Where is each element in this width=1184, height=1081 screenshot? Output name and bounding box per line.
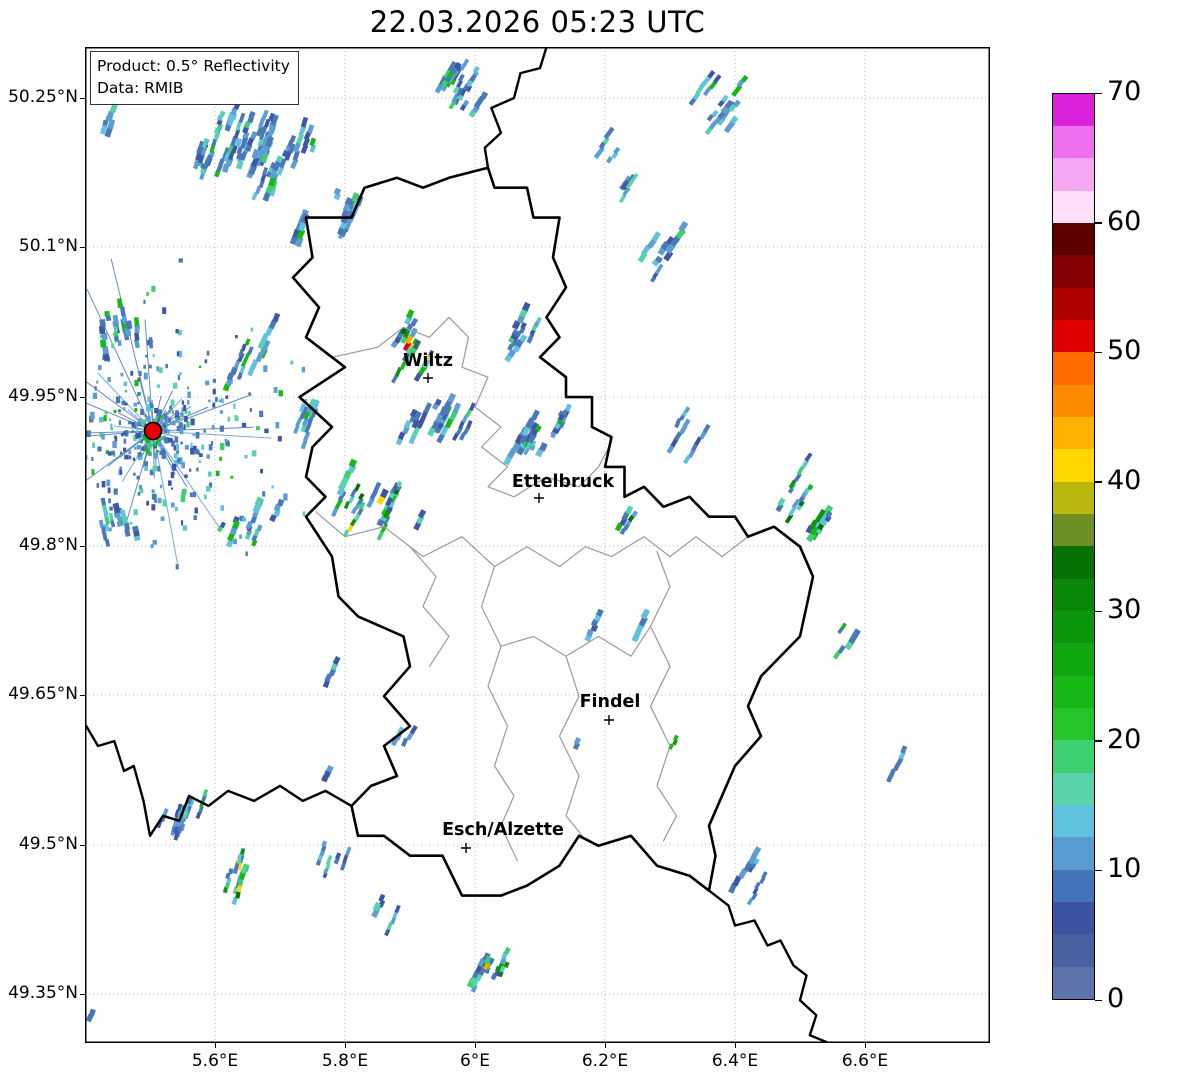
x-tick-label: 6°E xyxy=(459,1051,491,1071)
colorbar-tick-label: 10 xyxy=(1107,853,1142,885)
y-tick-label: 49.35°N xyxy=(8,983,78,1003)
x-tick-label: 6.2°E xyxy=(581,1051,629,1071)
city-label-ettelbruck: Ettelbruck xyxy=(511,472,615,492)
colorbar-tick-mark xyxy=(1095,222,1102,224)
radar-figure: 22.03.2026 05:23 UTC Product: 0.5° Refle… xyxy=(0,0,1184,1081)
product-info-line1: Product: 0.5° Reflectivity xyxy=(97,57,290,75)
colorbar-tick-mark xyxy=(1095,351,1102,354)
colorbar-segment-8 xyxy=(1053,708,1094,741)
colorbar-segment-18 xyxy=(1053,384,1094,418)
colorbar-tick-mark xyxy=(1095,740,1102,742)
x-tick-mark xyxy=(475,1043,476,1048)
y-tick-mark xyxy=(80,845,85,846)
y-tick-label: 50.1°N xyxy=(18,236,78,256)
colorbar-tick-mark xyxy=(1095,610,1102,613)
colorbar-segment-6 xyxy=(1053,772,1094,806)
y-tick-label: 49.95°N xyxy=(8,386,78,406)
colorbar-segment-11 xyxy=(1053,611,1094,644)
map-plot-area xyxy=(85,47,990,1043)
y-tick-mark xyxy=(80,695,85,696)
y-tick-label: 49.5°N xyxy=(18,834,78,854)
colorbar-segment-26 xyxy=(1053,126,1094,159)
colorbar-segment-15 xyxy=(1053,481,1094,515)
colorbar-tick-mark xyxy=(1095,999,1102,1001)
x-tick-label: 5.8°E xyxy=(321,1051,369,1071)
city-label-findel: Findel xyxy=(579,692,641,712)
colorbar-tick-label: 70 xyxy=(1107,76,1142,107)
colorbar-tick-label: 50 xyxy=(1107,335,1142,367)
colorbar-segment-9 xyxy=(1053,675,1094,709)
colorbar-segment-22 xyxy=(1053,255,1094,288)
colorbar-segment-3 xyxy=(1053,869,1094,903)
colorbar-segment-14 xyxy=(1053,514,1094,547)
y-tick-label: 50.25°N xyxy=(8,87,78,107)
city-label-wiltz: Wiltz xyxy=(403,351,453,371)
product-info-box: Product: 0.5° Reflectivity Data: RMIB xyxy=(90,51,299,105)
colorbar-segment-20 xyxy=(1053,320,1094,353)
y-tick-label: 49.65°N xyxy=(8,684,78,704)
colorbar-segment-0 xyxy=(1053,966,1094,999)
colorbar-segment-16 xyxy=(1053,449,1094,482)
x-tick-mark xyxy=(345,1043,346,1048)
x-tick-mark xyxy=(605,1043,606,1048)
colorbar-tick-mark xyxy=(1095,869,1102,872)
colorbar-tick-label: 60 xyxy=(1107,205,1142,237)
colorbar-segment-13 xyxy=(1053,546,1094,579)
plot-title: 22.03.2026 05:23 UTC xyxy=(369,5,706,39)
colorbar-tick-label: 0 xyxy=(1107,983,1125,1014)
colorbar-segment-27 xyxy=(1053,93,1094,127)
colorbar-segment-19 xyxy=(1053,352,1094,385)
radar-map-canvas xyxy=(85,47,990,1043)
x-tick-mark xyxy=(215,1043,216,1048)
y-tick-label: 49.8°N xyxy=(18,535,78,555)
x-tick-mark xyxy=(865,1043,866,1048)
x-tick-label: 5.6°E xyxy=(191,1051,239,1071)
colorbar-segment-23 xyxy=(1053,223,1094,256)
colorbar-segment-24 xyxy=(1053,190,1094,224)
y-tick-mark xyxy=(80,247,85,248)
colorbar-segment-1 xyxy=(1053,934,1094,967)
colorbar-tick-label: 20 xyxy=(1107,723,1142,755)
colorbar-tick-label: 30 xyxy=(1107,594,1142,626)
y-tick-mark xyxy=(80,546,85,547)
y-tick-mark xyxy=(80,994,85,995)
colorbar-segment-21 xyxy=(1053,287,1094,321)
colorbar-segment-2 xyxy=(1053,902,1094,935)
y-tick-mark xyxy=(80,397,85,398)
city-label-esch-alzette: Esch/Alzette xyxy=(442,820,564,840)
colorbar-tick-mark xyxy=(1095,481,1102,483)
radar-site-marker xyxy=(143,421,163,441)
x-tick-mark xyxy=(735,1043,736,1048)
colorbar xyxy=(1052,93,1095,1000)
x-tick-label: 6.4°E xyxy=(711,1051,759,1071)
product-info-line2: Data: RMIB xyxy=(97,79,184,98)
x-tick-label: 6.6°E xyxy=(841,1051,889,1071)
colorbar-tick-label: 40 xyxy=(1107,464,1142,496)
colorbar-segment-12 xyxy=(1053,578,1094,612)
colorbar-segment-25 xyxy=(1053,158,1094,191)
colorbar-segment-5 xyxy=(1053,805,1094,838)
colorbar-segment-17 xyxy=(1053,417,1094,450)
map-background xyxy=(85,47,990,1043)
colorbar-segment-10 xyxy=(1053,643,1094,676)
colorbar-gradient xyxy=(1052,93,1095,1000)
colorbar-segment-7 xyxy=(1053,740,1094,773)
colorbar-segment-4 xyxy=(1053,837,1094,870)
colorbar-tick-mark xyxy=(1095,92,1102,94)
y-tick-mark xyxy=(80,98,85,99)
